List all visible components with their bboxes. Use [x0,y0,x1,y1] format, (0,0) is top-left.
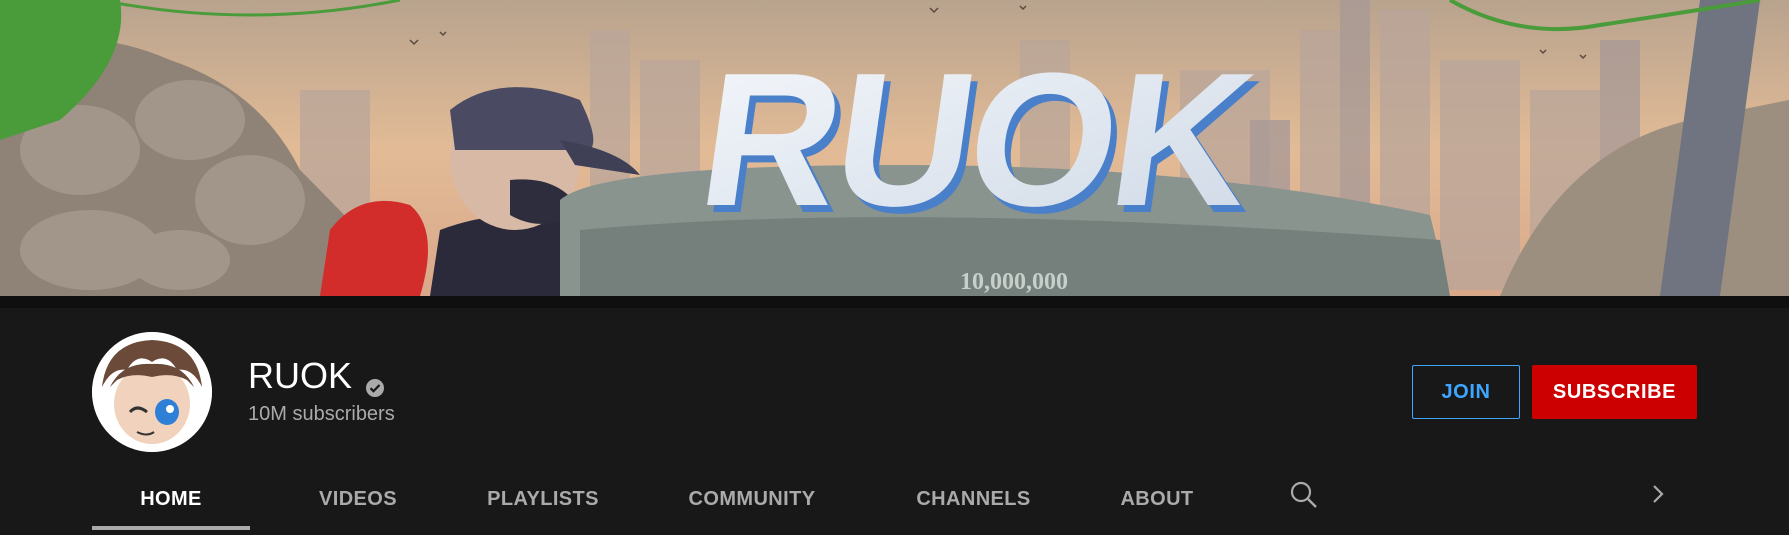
tab-playlists[interactable]: PLAYLISTS [458,468,628,530]
tab-videos[interactable]: VIDEOS [288,468,428,530]
tab-home[interactable]: HOME [92,468,250,530]
channel-tabs: HOME VIDEOS PLAYLISTS COMMUNITY CHANNELS… [92,468,1712,535]
banner-plaque-text: 10,000,000 [960,269,1068,295]
banner-title: RUOK [689,34,1265,246]
subscriber-count: 10M subscribers [248,403,395,425]
tab-about[interactable]: ABOUT [1092,468,1222,530]
search-icon[interactable] [1288,479,1320,511]
tab-community[interactable]: COMMUNITY [662,468,842,530]
banner-artwork: 10,000,000 RUOK RUOK [0,0,1789,296]
verified-check-icon [364,365,386,397]
avatar-artwork [92,332,212,452]
active-tab-indicator [92,526,250,530]
channel-avatar[interactable] [92,332,212,452]
tab-channels[interactable]: CHANNELS [892,468,1055,530]
channel-title-row: RUOK [248,354,386,398]
subscribe-button[interactable]: SUBSCRIBE [1532,365,1697,419]
chevron-right-icon[interactable] [1646,482,1670,506]
channel-name[interactable]: RUOK [248,354,352,398]
join-button[interactable]: JOIN [1412,365,1520,419]
banner-divider [0,296,1789,308]
channel-banner: 10,000,000 RUOK RUOK [0,0,1789,296]
